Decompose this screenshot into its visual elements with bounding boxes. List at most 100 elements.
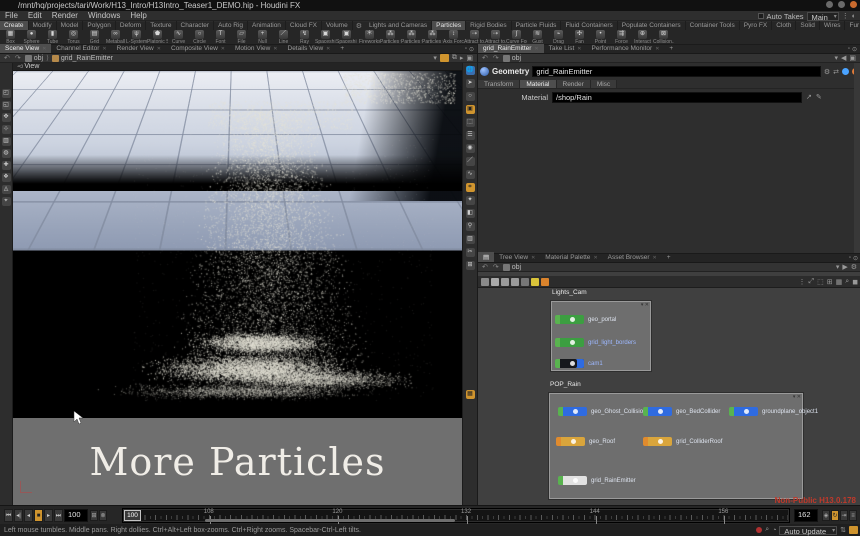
shelf-tab-cloth[interactable]: Cloth: [772, 21, 796, 30]
node-geo_portal[interactable]: geo_portal: [555, 315, 616, 324]
take-selector[interactable]: Main: [807, 12, 839, 21]
vp-left-icon-2[interactable]: ✥: [2, 113, 11, 122]
tool-tube[interactable]: ▮Tube: [42, 30, 63, 44]
panel-icon[interactable]: ▣: [466, 54, 473, 62]
display-flag-icon[interactable]: [842, 68, 849, 75]
forward-arrow-icon[interactable]: ↷: [492, 263, 500, 271]
node-body[interactable]: [648, 437, 672, 446]
node-body[interactable]: [560, 315, 584, 324]
vp-right-icon-1[interactable]: ➤: [466, 79, 475, 88]
bulb-icon[interactable]: ◐: [852, 13, 856, 20]
sync-icon[interactable]: ⇄: [833, 68, 839, 76]
tool-ray[interactable]: ↯Ray: [294, 30, 315, 44]
vp-right-icon-10[interactable]: ✦: [466, 196, 475, 205]
pane-menu-icon[interactable]: ⊙: [852, 46, 857, 53]
cook-indicator-icon[interactable]: [849, 526, 858, 534]
more-icon[interactable]: ⋮: [799, 278, 806, 286]
shelf-tab-rigid-bodies[interactable]: Rigid Bodies: [466, 21, 512, 30]
tool-drag[interactable]: ⌁Drag: [548, 30, 569, 44]
close-tab-icon[interactable]: ✕: [157, 46, 161, 52]
tool-platonic-s-[interactable]: ⬟Platonic S...: [147, 30, 168, 44]
node-cam1[interactable]: cam1: [555, 359, 603, 368]
node-geo_ghost_collision[interactable]: geo_Ghost_Collision: [558, 407, 646, 416]
vp-right-icon-15[interactable]: ⊞: [466, 261, 475, 270]
breadcrumb-node[interactable]: grid_RainEmitter: [52, 55, 113, 62]
tool-curve[interactable]: ∿Curve: [168, 30, 189, 44]
shelf-tab-particle-fluids[interactable]: Particle Fluids: [512, 21, 562, 30]
shelf-tab-lights-and-cameras[interactable]: Lights and Cameras: [365, 21, 432, 30]
shelf-tab-volume[interactable]: Volume: [322, 21, 353, 30]
tool-circle[interactable]: ○Circle: [189, 30, 210, 44]
realtime-icon[interactable]: ◈: [822, 510, 830, 521]
step-icon[interactable]: ⇥: [840, 510, 848, 521]
vp-right-icon-0[interactable]: 🌐: [466, 66, 475, 75]
tool-force[interactable]: ⇶Force: [611, 30, 632, 44]
node-grid_colliderroof[interactable]: grid_ColliderRoof: [643, 437, 722, 446]
box-pick-icon[interactable]: ⬚: [817, 278, 824, 286]
vp-left-icon-4[interactable]: ▥: [2, 137, 11, 146]
breadcrumb-obj[interactable]: obj: [503, 55, 521, 62]
grid-snap-icon[interactable]: ⊞: [827, 278, 833, 286]
node-grid_rainemitter[interactable]: grid_RainEmitter: [558, 476, 636, 485]
vp-right-icon-14[interactable]: ✂: [466, 248, 475, 257]
panel-icon[interactable]: ▣: [849, 54, 856, 62]
new-tab-button[interactable]: +: [335, 44, 349, 53]
vp-right-icon-3[interactable]: ▣: [466, 105, 475, 114]
vp-left-icon-6[interactable]: ✚: [2, 161, 11, 170]
tab-details-view[interactable]: Details View✕: [283, 44, 336, 53]
shelf-tab-character[interactable]: Character: [177, 21, 215, 30]
vp-left-icon-9[interactable]: ⌖: [2, 197, 11, 206]
minimize-button[interactable]: [826, 1, 833, 8]
vp-left-icon-1[interactable]: ◱: [2, 101, 11, 110]
node-body[interactable]: [648, 407, 672, 416]
close-tab-icon[interactable]: ✕: [653, 255, 657, 261]
keyframe-icon[interactable]: ⊞: [90, 510, 98, 521]
loop-icon[interactable]: ↻: [831, 510, 839, 521]
shelf-tab-pyro-fx[interactable]: Pyro FX: [740, 21, 772, 30]
play-reverse-button[interactable]: ◂: [24, 509, 33, 522]
tab-network-view[interactable]: ▤: [478, 252, 494, 262]
net-tool-icon-4[interactable]: [521, 278, 529, 286]
tool-file[interactable]: ▱File: [231, 30, 252, 44]
node-groundplane_object1[interactable]: groundplane_object1: [729, 407, 818, 416]
shelf-tab-solid[interactable]: Solid: [796, 21, 819, 30]
shelf-tab-cloud-fx[interactable]: Cloud FX: [286, 21, 322, 30]
close-tab-icon[interactable]: ✕: [531, 255, 535, 261]
new-tab-button[interactable]: +: [662, 253, 676, 262]
clock-icon[interactable]: ◔: [772, 527, 776, 534]
jump-icon[interactable]: ◀: [841, 54, 846, 62]
close-tab-icon[interactable]: ✕: [221, 46, 225, 52]
node-body[interactable]: [560, 338, 584, 347]
dropdown-caret-icon[interactable]: ▾: [834, 54, 838, 62]
end-frame-field[interactable]: 162: [794, 509, 818, 522]
overview-icon[interactable]: ◼: [852, 278, 858, 286]
scene-render-area[interactable]: [13, 71, 462, 418]
param-scrollbar[interactable]: [854, 63, 860, 253]
tool-spaceshi-[interactable]: ▣Spaceshi...: [336, 30, 357, 44]
prev-key-button[interactable]: ◂|: [14, 509, 23, 522]
param-tab-material[interactable]: Material: [520, 80, 556, 88]
node-body[interactable]: [734, 407, 758, 416]
tool-box[interactable]: ▦Box: [0, 30, 21, 44]
shelf-tab-wires[interactable]: Wires: [820, 21, 846, 30]
tool-interact[interactable]: ⊕Interact: [632, 30, 653, 44]
node-chooser-icon[interactable]: ↗: [806, 93, 812, 101]
close-tab-icon[interactable]: ✕: [102, 46, 106, 52]
node-geo_bedcollider[interactable]: geo_BedCollider: [643, 407, 720, 416]
shelf-tab-fur[interactable]: Fur: [845, 21, 860, 30]
net-tool-icon-6[interactable]: [541, 278, 549, 286]
vp-right-icon-7[interactable]: ／: [466, 157, 475, 166]
forward-arrow-icon[interactable]: ↷: [492, 54, 500, 62]
net-tool-icon-1[interactable]: [491, 278, 499, 286]
keyframe-remove-icon[interactable]: ⊗: [99, 510, 107, 521]
playhead[interactable]: 100: [124, 510, 141, 521]
tool-line[interactable]: ／Line: [273, 30, 294, 44]
menu-edit[interactable]: Edit: [23, 11, 47, 20]
pane-menu-icon[interactable]: ⊙: [853, 255, 858, 262]
node-body[interactable]: [563, 407, 587, 416]
open-floating-icon[interactable]: ✎: [816, 93, 822, 101]
tool-fireworks[interactable]: ＊Fireworks: [359, 30, 380, 44]
shelf-tab-polygon[interactable]: Polygon: [83, 21, 116, 30]
tool-axis-force[interactable]: ↕Axis Force: [443, 30, 464, 44]
play-button[interactable]: ▸: [44, 509, 53, 522]
